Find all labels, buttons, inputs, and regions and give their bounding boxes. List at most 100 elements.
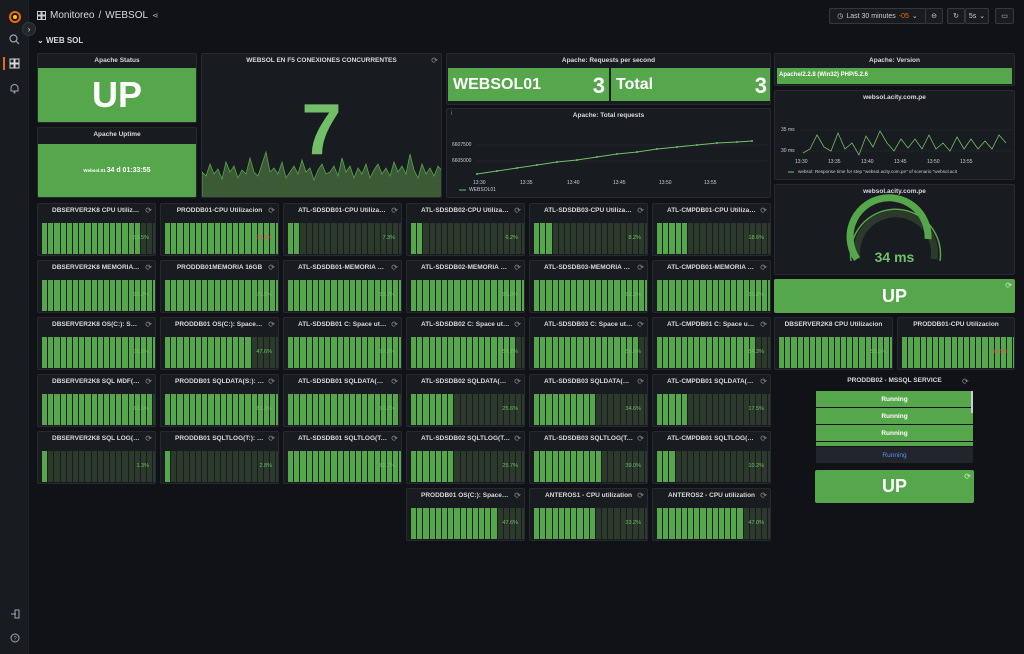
status-up-panel[interactable]: UP ⟳ [815,470,974,503]
status-up-panel[interactable]: UP ⟳ [774,279,1015,313]
bar-gauge-panel[interactable]: DBSERVER2K8 MEMORIA 32... ⟳ 85.2% [37,260,156,313]
bar-gauge-panel[interactable]: ATL-SDSDB01 C: Space utiliz... ⟳ 67.0% [283,317,402,370]
bar-gauge-panel[interactable]: PRODDB01 OS(C:): Space utili... ⟳ 47.6% [160,317,279,370]
breadcrumb-folder[interactable]: Monitoreo [50,10,94,21]
refresh-icon[interactable]: ⟳ [391,377,398,386]
bar-gauge-panel[interactable]: ATL-SDSDB03 SQLTLOG(T:)... ⟳ 39.0% [529,431,648,484]
bar-gauge-panel[interactable]: ATL-SDSDB02 C: Space utiliz... ⟳ 57.7% [406,317,525,370]
refresh-icon[interactable]: ⟳ [760,206,767,215]
apache-status-panel[interactable]: Apache Status UP [37,53,197,123]
right-cpu-panel[interactable]: DBSERVER2K8 CPU Utilizacion 53.5% [774,317,893,370]
refresh-icon[interactable]: ⟳ [391,320,398,329]
bar-gauge-panel[interactable]: ATL-SDSDB01 SQLDATA(S:)... ⟳ 62.2% [283,374,402,427]
response-time-panel[interactable]: websol.acity.com.pe 35 ms 30 ms 13:30 13… [774,90,1015,180]
share-icon[interactable]: ⋖ [152,11,159,20]
alerting-bell-icon[interactable] [6,80,23,97]
bar-gauge-panel[interactable]: ATL-SDSDB03 SQLDATA(S:)... ⟳ 34.6% [529,374,648,427]
refresh-icon[interactable]: ⟳ [760,320,767,329]
zoom-out-button[interactable]: ⊖ [925,8,943,24]
row-title[interactable]: ⌄ WEB SOL [37,36,83,45]
bar-gauge-panel[interactable]: DBSERVER2K8 OS(C:): Space... ⟳ 78.6% [37,317,156,370]
bar-gauge-panel[interactable]: ATL-SDSDB02 SQLDATA(S:)... ⟳ 25.6% [406,374,525,427]
refresh-icon[interactable]: ⟳ [1005,281,1012,290]
dashboards-icon[interactable] [6,55,23,72]
refresh-icon[interactable]: ⟳ [760,377,767,386]
apache-version-panel[interactable]: Apache: Version Apache/2.2.8 (Win32) PHP… [774,53,1015,86]
refresh-icon[interactable]: ⟳ [637,377,644,386]
bar-gauge-panel[interactable]: ATL-CMPDB01 SQLTLOG(T:)... ⟳ 10.2% [652,431,771,484]
refresh-icon[interactable]: ⟳ [145,434,152,443]
refresh-icon[interactable]: ⟳ [268,206,275,215]
bar-gauge-panel[interactable]: DBSERVER2K8 CPU Utilizacion ⟳ 53.5% [37,203,156,256]
refresh-icon[interactable]: ⟳ [514,377,521,386]
bar-gauge-panel[interactable]: ATL-SDSDB03-MEMORIA 16GB ⟳ 82.3% [529,260,648,313]
refresh-icon[interactable]: ⟳ [145,320,152,329]
bar-gauge-panel[interactable]: ATL-CMPDB01-MEMORIA 16... ⟳ 85.8% [652,260,771,313]
f5-connections-panel[interactable]: WEBSOL EN F5 CONEXIONES CONCURRENTES ⟳ 7 [201,53,442,198]
refresh-icon[interactable]: ⟳ [760,491,767,500]
bar-gauge-panel[interactable]: ATL-SDSDB02-CPU Utilizacion ⟳ 6.2% [406,203,525,256]
total-requests-panel[interactable]: Apache: Total requests i 6607500 6605000… [446,108,771,198]
refresh-icon[interactable]: ⟳ [760,263,767,272]
scrollbar[interactable] [971,391,973,413]
bar-gauge-panel[interactable]: ATL-CMPDB01 SQLDATA(S:)... ⟳ 17.5% [652,374,771,427]
bar-gauge-panel[interactable]: ANTEROS2 - CPU utilization ⟳ 47.0% [652,488,771,541]
refresh-icon[interactable]: ⟳ [514,320,521,329]
apache-uptime-panel[interactable]: Apache Uptime Websol.01 34 d 01:33:55 [37,127,197,198]
refresh-icon[interactable]: ⟳ [391,263,398,272]
refresh-button[interactable]: ↻ [947,8,965,24]
bar-gauge-panel[interactable]: ATL-SDSDB02 SQLTLOG(T:)... ⟳ 25.7% [406,431,525,484]
bar-gauge-panel[interactable]: DBSERVER2K8 SQL MDF(D:)... ⟳ 62.5% [37,374,156,427]
bar-gauge-panel[interactable]: PRODDB01 OS(C:): Space utili... ⟳ 47.6% [406,488,525,541]
refresh-icon[interactable]: ⟳ [637,434,644,443]
bar-gauge-panel[interactable]: ATL-SDSDB03-CPU Utilizacion ⟳ 8.2% [529,203,648,256]
response-gauge-panel[interactable]: websol.acity.com.pe 34 ms [774,184,1015,275]
refresh-icon[interactable]: ⟳ [964,472,971,481]
refresh-icon[interactable]: ⟳ [514,206,521,215]
bar-gauge-panel[interactable]: PRODDB01 SQLTLOG(T:): Sp... ⟳ 2.8% [160,431,279,484]
bar-gauge-panel[interactable]: PRODDB01-CPU Utilizacion ⟳ 90.9% [160,203,279,256]
refresh-icon[interactable]: ⟳ [268,320,275,329]
bar-gauge-panel[interactable]: DBSERVER2K8 SQL LOG(E):... ⟳ 1.3% [37,431,156,484]
bar-gauge-panel[interactable]: ANTEROS1 - CPU utilization ⟳ 33.2% [529,488,648,541]
bar-gauge-panel[interactable]: ATL-SDSDB03 C: Space utiliz... ⟳ 59.6% [529,317,648,370]
search-icon[interactable] [6,31,23,48]
expand-sidebar-button[interactable]: › [22,22,36,36]
refresh-icon[interactable]: ⟳ [268,377,275,386]
bar-gauge-panel[interactable]: PRODDB01 SQLDATA(S:): Sp... ⟳ 81.3% [160,374,279,427]
time-range-picker[interactable]: ◷ Last 30 minutes -05 ⌄ [829,8,926,24]
bar-gauge-panel[interactable]: PRODDB01MEMORIA 16GB ⟳ 79.5% [160,260,279,313]
bar-gauge-panel[interactable]: ATL-CMPDB01 C: Space utiliz... ⟳ 54.3% [652,317,771,370]
refresh-icon[interactable]: ⟳ [391,434,398,443]
refresh-icon[interactable]: ⟳ [268,434,275,443]
help-icon[interactable]: ? [6,629,23,646]
bar-gauge-panel[interactable]: ATL-SDSDB01 SQLTLOG(T:)... ⟳ 82.7% [283,431,402,484]
refresh-interval-picker[interactable]: 5s ⌄ [965,8,989,24]
refresh-icon[interactable]: ⟳ [514,263,521,272]
bar-gauge-panel[interactable]: ATL-SDSDB02-MEMORIA 16GB ⟳ 85.0% [406,260,525,313]
refresh-icon[interactable]: ⟳ [760,434,767,443]
right-cpu-panel[interactable]: PRODDB01-CPU Utilizacion 90.9% [897,317,1015,370]
dashboard-title[interactable]: WEBSOL [105,10,148,21]
refresh-icon[interactable]: ⟳ [514,491,521,500]
refresh-icon[interactable]: ⟳ [268,263,275,272]
refresh-icon[interactable]: ⟳ [145,377,152,386]
bar-gauge-panel[interactable]: ATL-SDSDB01-CPU Utilizacion ⟳ 7.3% [283,203,402,256]
refresh-icon[interactable]: ⟳ [637,491,644,500]
refresh-icon[interactable]: ⟳ [637,206,644,215]
bar-gauge-panel[interactable]: ATL-SDSDB01-MEMORIA 16GB ⟳ 83.7% [283,260,402,313]
refresh-icon[interactable]: ⟳ [145,206,152,215]
bar-gauge-panel[interactable]: ATL-CMPDB01-CPU Utilizacion ⟳ 18.6% [652,203,771,256]
refresh-icon[interactable]: ⟳ [145,263,152,272]
refresh-icon[interactable]: ⟳ [391,206,398,215]
refresh-icon[interactable]: ⟳ [962,377,969,386]
sign-in-icon[interactable] [6,605,23,622]
grafana-logo-icon[interactable] [6,8,23,25]
requests-per-second-panel[interactable]: Apache: Requests per second WEBSOL01 3 T… [446,53,771,105]
legend-item[interactable]: websol: Response time for step "websol.a… [798,169,957,174]
refresh-icon[interactable]: ⟳ [637,320,644,329]
tv-mode-button[interactable]: ▭ [995,8,1014,24]
legend-item[interactable]: WEBSOL01 [469,187,496,193]
refresh-icon[interactable]: ⟳ [514,434,521,443]
refresh-icon[interactable]: ⟳ [637,263,644,272]
